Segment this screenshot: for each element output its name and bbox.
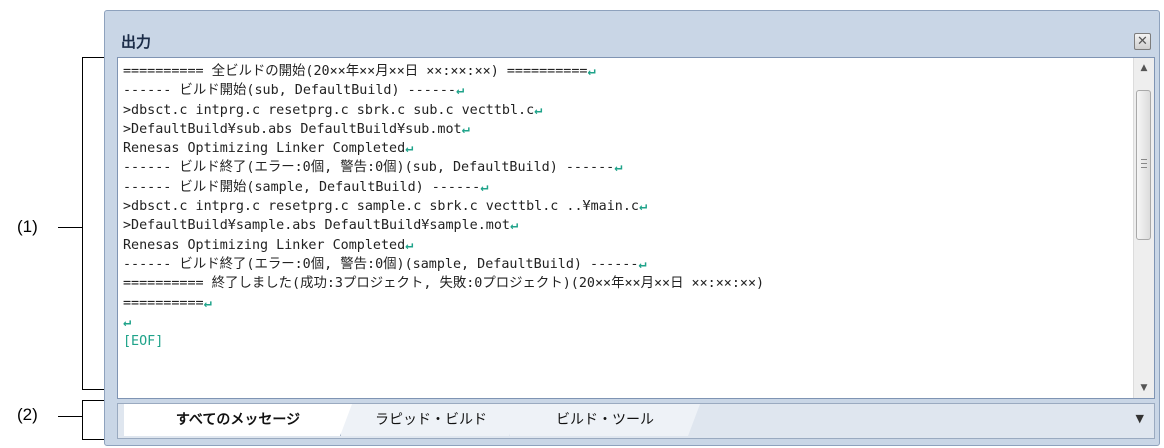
return-mark-icon: ↵ bbox=[638, 199, 648, 215]
callout-line-1-horizontal bbox=[58, 227, 82, 228]
panel-titlebar: 出力 ✕ bbox=[105, 11, 1159, 55]
return-mark-icon: ↵ bbox=[509, 218, 519, 234]
return-mark-icon: ↵ bbox=[480, 179, 489, 195]
output-line-text: >DefaultBuild¥sample.abs DefaultBuild¥sa… bbox=[123, 218, 510, 234]
output-line: ==========↵ bbox=[123, 294, 1128, 313]
output-line-text: >dbsct.c intprg.c resetprg.c sbrk.c sub.… bbox=[123, 102, 535, 118]
return-mark-icon: ↵ bbox=[461, 121, 470, 137]
output-line: >DefaultBuild¥sub.abs DefaultBuild¥sub.m… bbox=[123, 120, 1128, 139]
callout-bracket-1-bottom bbox=[82, 389, 104, 390]
output-panel: 出力 ✕ ========== 全ビルドの開始(20××年××月××日 ××:×… bbox=[104, 10, 1160, 446]
output-line: ------ ビルド終了(エラー:0個, 警告:0個)(sample, Defa… bbox=[123, 255, 1128, 274]
callout-bracket-2-top bbox=[82, 400, 104, 401]
output-line-text: ------ ビルド開始(sample, DefaultBuild) -----… bbox=[123, 179, 481, 195]
tab-list-dropdown-icon[interactable]: ▼ bbox=[1136, 412, 1144, 425]
callout-bracket-1-vertical bbox=[82, 57, 83, 390]
output-line: >DefaultBuild¥sample.abs DefaultBuild¥sa… bbox=[123, 216, 1128, 235]
return-mark-icon: ↵ bbox=[405, 141, 414, 157]
output-line: ========== 全ビルドの開始(20××年××月××日 ××:××:××)… bbox=[123, 62, 1128, 81]
grip-icon bbox=[1141, 159, 1147, 168]
callout-bracket-1-top bbox=[82, 57, 104, 58]
tab-all-messages[interactable]: すべてのメッセージ bbox=[124, 404, 352, 436]
output-line: Renesas Optimizing Linker Completed↵ bbox=[123, 139, 1128, 158]
scrollbar-thumb[interactable] bbox=[1136, 90, 1151, 240]
output-text-area[interactable]: ========== 全ビルドの開始(20××年××月××日 ××:××:××)… bbox=[117, 57, 1155, 399]
output-line: ========== 終了しました(成功:3プロジェクト, 失敗:0プロジェクト… bbox=[123, 274, 1128, 293]
return-mark-icon: ↵ bbox=[123, 314, 132, 330]
tab-rapid-build[interactable]: ラピッド・ビルド bbox=[340, 404, 521, 436]
eof-marker: [EOF] bbox=[123, 334, 164, 350]
return-mark-icon: ↵ bbox=[638, 256, 647, 272]
output-line: Renesas Optimizing Linker Completed↵ bbox=[123, 236, 1128, 255]
return-mark-icon: ↵ bbox=[534, 102, 543, 118]
return-mark-icon: ↵ bbox=[203, 295, 212, 311]
output-lines: ========== 全ビルドの開始(20××年××月××日 ××:××:××)… bbox=[123, 62, 1128, 351]
callout-line-2-horizontal bbox=[58, 416, 82, 417]
output-line-text: >DefaultBuild¥sub.abs DefaultBuild¥sub.m… bbox=[123, 121, 462, 137]
output-line: ------ ビルド開始(sub, DefaultBuild) ------↵ bbox=[123, 81, 1128, 100]
return-mark-icon: ↵ bbox=[456, 83, 465, 99]
return-mark-icon: ↵ bbox=[614, 160, 623, 176]
output-line-text: ------ ビルド終了(エラー:0個, 警告:0個)(sub, Default… bbox=[123, 160, 615, 176]
output-line: >dbsct.c intprg.c resetprg.c sbrk.c sub.… bbox=[123, 101, 1128, 120]
output-line-text: ========== bbox=[123, 295, 204, 311]
scroll-down-icon[interactable]: ▼ bbox=[1134, 378, 1154, 398]
tab-build-tool[interactable]: ビルド・ツール bbox=[510, 404, 700, 436]
close-icon[interactable]: ✕ bbox=[1134, 33, 1151, 50]
return-mark-icon: ↵ bbox=[405, 237, 414, 253]
output-line-text: Renesas Optimizing Linker Completed bbox=[123, 237, 406, 253]
callout-label-2: (2) bbox=[17, 405, 38, 424]
vertical-scrollbar[interactable]: ▲ ▼ bbox=[1133, 58, 1154, 398]
callout-bracket-2-bottom bbox=[82, 439, 104, 440]
output-line: ↵ bbox=[123, 313, 1128, 332]
output-line: ------ ビルド開始(sample, DefaultBuild) -----… bbox=[123, 178, 1128, 197]
tab-bar: ビルド・ツール ラピッド・ビルド すべてのメッセージ ▼ bbox=[117, 403, 1155, 439]
output-line-text: ------ ビルド終了(エラー:0個, 警告:0個)(sample, Defa… bbox=[123, 256, 639, 272]
output-line-text: ------ ビルド開始(sub, DefaultBuild) ------ bbox=[123, 83, 456, 99]
output-line: ------ ビルド終了(エラー:0個, 警告:0個)(sub, Default… bbox=[123, 158, 1128, 177]
output-line-text: >dbsct.c intprg.c resetprg.c sample.c sb… bbox=[123, 199, 639, 215]
output-line-text: ========== 全ビルドの開始(20××年××月××日 ××:××:××)… bbox=[123, 64, 588, 79]
output-line-text: ========== 終了しました(成功:3プロジェクト, 失敗:0プロジェクト… bbox=[123, 276, 765, 292]
output-line-text: Renesas Optimizing Linker Completed bbox=[123, 141, 406, 157]
callout-label-1: (1) bbox=[17, 217, 38, 236]
callout-bracket-2-vertical bbox=[82, 400, 83, 440]
return-mark-icon: ↵ bbox=[587, 64, 596, 79]
output-line: >dbsct.c intprg.c resetprg.c sample.c sb… bbox=[123, 197, 1128, 216]
scroll-up-icon[interactable]: ▲ bbox=[1134, 58, 1154, 78]
panel-title: 出力 bbox=[121, 33, 152, 51]
